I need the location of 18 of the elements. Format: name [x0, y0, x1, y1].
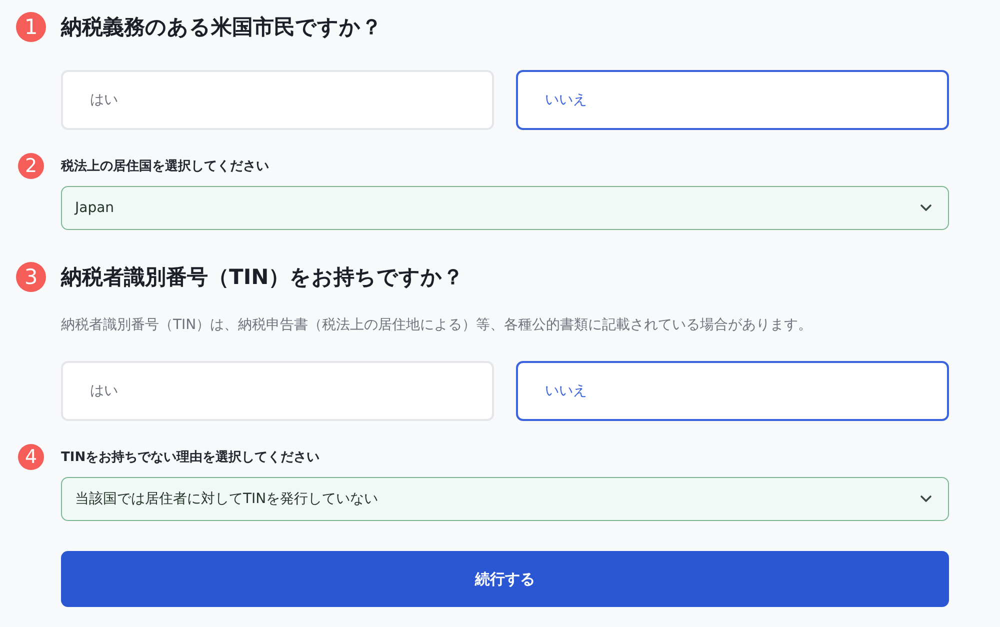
question-heading: 納税義務のある米国市民ですか？ — [61, 14, 382, 41]
step-number-badge: 2 — [18, 153, 44, 179]
option-button[interactable]: はい — [61, 361, 494, 421]
step-number-badge: 4 — [18, 444, 44, 470]
help-text: 納税者識別番号（TIN）は、納税申告書（税法上の居住地による）等、各種公的書類に記載されている場合があります。 — [61, 316, 814, 334]
question-heading: 納税者識別番号（TIN）をお持ちですか？ — [61, 264, 464, 291]
chevron-down-icon — [920, 204, 932, 212]
option-button[interactable]: いいえ — [516, 70, 949, 130]
field-label: 税法上の居住国を選択してください — [61, 158, 269, 175]
option-button[interactable]: はい — [61, 70, 494, 130]
step-number-badge: 3 — [16, 262, 46, 292]
chevron-down-icon — [920, 495, 932, 503]
select-field[interactable]: 当該国では居住者に対してTINを発行していない — [61, 477, 949, 521]
field-label: TINをお持ちでない理由を選択してください — [61, 449, 320, 466]
continue-button[interactable]: 続行する — [61, 551, 949, 607]
step-number-badge: 1 — [16, 12, 46, 42]
option-button[interactable]: いいえ — [516, 361, 949, 421]
select-field[interactable]: Japan — [61, 186, 949, 230]
